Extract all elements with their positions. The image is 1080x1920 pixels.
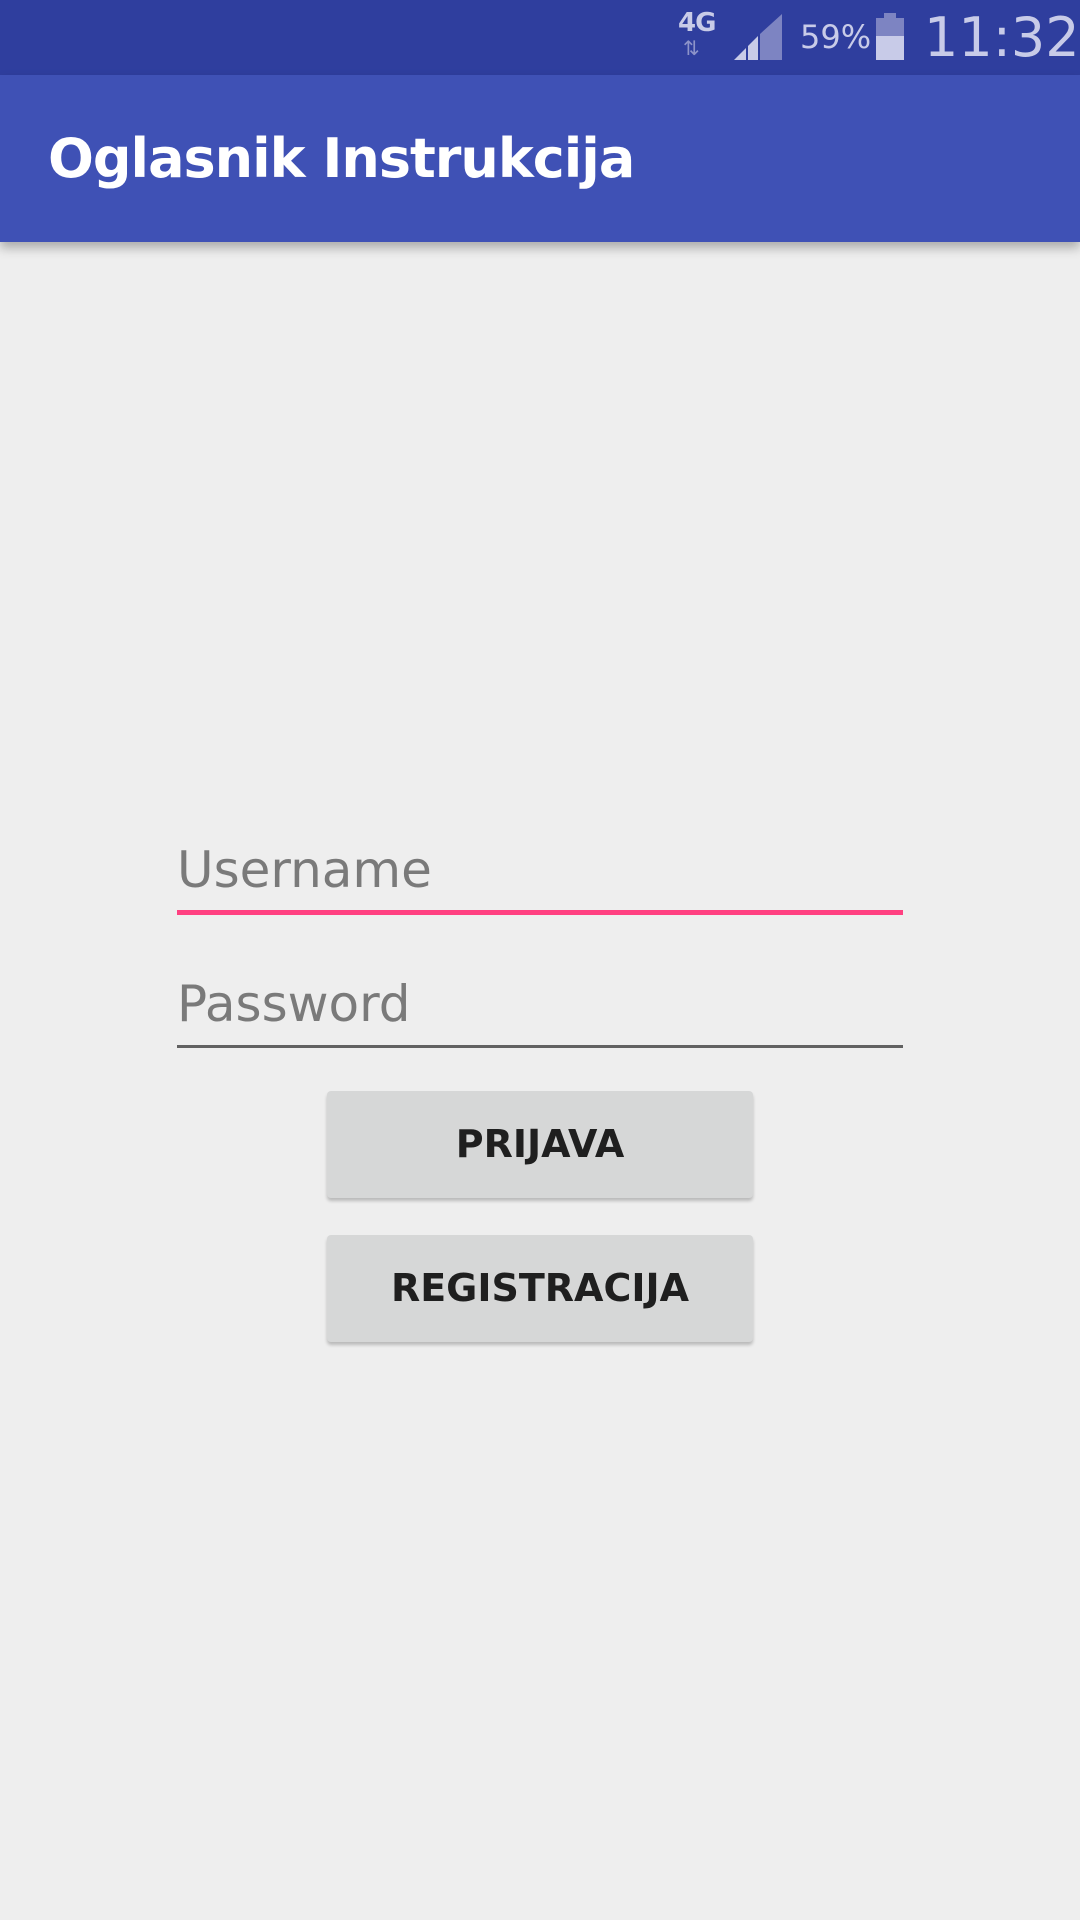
battery-icon (876, 13, 904, 60)
password-underline (177, 1045, 903, 1048)
network-indicator: 4G ⇅ (678, 8, 718, 64)
app-title: Oglasnik Instrukcija (48, 127, 635, 190)
status-bar: 4G ⇅ 59% 11:32 (0, 0, 1080, 75)
login-screen: 4G ⇅ 59% 11:32 Oglasnik Instrukcija PRIJ… (0, 0, 1080, 1920)
battery-percent: 59% (800, 18, 872, 56)
register-button[interactable]: REGISTRACIJA (327, 1235, 753, 1342)
network-type-label: 4G (678, 8, 716, 38)
data-activity-icon: ⇅ (683, 36, 700, 60)
username-field (177, 828, 903, 918)
clock: 11:32 (924, 6, 1080, 69)
username-underline (177, 910, 903, 915)
password-input[interactable] (177, 962, 903, 1046)
username-input[interactable] (177, 828, 903, 912)
app-bar: Oglasnik Instrukcija (0, 75, 1080, 242)
signal-icon (734, 14, 782, 60)
password-field (177, 962, 903, 1052)
login-button[interactable]: PRIJAVA (327, 1091, 753, 1198)
